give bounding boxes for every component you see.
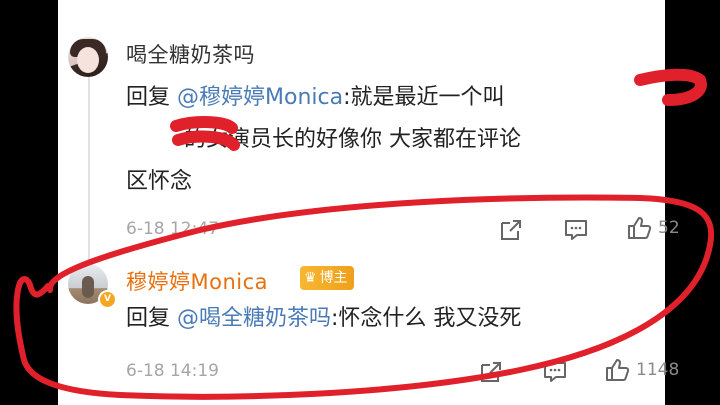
like-button[interactable]: 1148 bbox=[604, 357, 679, 383]
share-button[interactable] bbox=[498, 217, 524, 243]
blogger-badge: ♛ 博主 bbox=[300, 266, 354, 290]
comment-button[interactable] bbox=[563, 217, 589, 243]
thumbs-up-icon bbox=[628, 217, 652, 239]
thread-line bbox=[88, 70, 90, 270]
like-count: 52 bbox=[658, 218, 680, 238]
share-icon bbox=[481, 362, 501, 382]
comment-line: 的女演员长的好像你 大家都在评论 bbox=[126, 119, 646, 161]
comment-icon bbox=[544, 362, 566, 382]
reply-prefix: 回复 bbox=[126, 306, 177, 331]
comment-body: 区怀念 bbox=[126, 169, 193, 194]
comment-body: 的女演员长的好像你 大家都在评论 bbox=[184, 127, 521, 152]
comment-line: 回复 @穆婷婷Monica:就是最近一个叫 bbox=[126, 77, 646, 119]
comment-body: :怀念什么 我又没死 bbox=[331, 306, 522, 331]
reply-prefix: 回复 bbox=[126, 85, 177, 110]
comment-username[interactable]: 喝全糖奶茶吗 bbox=[126, 39, 255, 69]
screen: 喝全糖奶茶吗 回复 @穆婷婷Monica:就是最近一个叫 的女演员长的好像你 大… bbox=[0, 0, 720, 405]
mention-link[interactable]: @穆婷婷Monica bbox=[177, 85, 343, 110]
like-count: 1148 bbox=[636, 360, 680, 380]
comment-button[interactable] bbox=[542, 359, 568, 385]
share-icon bbox=[501, 220, 521, 240]
verified-badge: V bbox=[98, 290, 117, 309]
comment-time: 6-18 12:47 bbox=[126, 219, 219, 239]
like-button[interactable]: 52 bbox=[626, 215, 680, 241]
comment-icon bbox=[565, 220, 587, 240]
mention-link[interactable]: @喝全糖奶茶吗 bbox=[177, 306, 331, 331]
comment-line: 区怀念 bbox=[126, 161, 646, 203]
badge-label: 博主 bbox=[319, 270, 348, 286]
comment-body: :就是最近一个叫 bbox=[343, 85, 505, 110]
avatar[interactable] bbox=[68, 37, 108, 77]
avatar-face bbox=[77, 47, 99, 73]
comment-text: 回复 @喝全糖奶茶吗:怀念什么 我又没死 bbox=[126, 298, 646, 340]
comment-username[interactable]: 穆婷婷Monica bbox=[126, 266, 268, 296]
avatar-figure bbox=[82, 276, 94, 298]
thumbs-up-icon bbox=[606, 359, 630, 381]
crown-icon: ♛ bbox=[304, 270, 317, 286]
comment-text: 回复 @穆婷婷Monica:就是最近一个叫 的女演员长的好像你 大家都在评论 区… bbox=[126, 77, 646, 203]
comment-time: 6-18 14:19 bbox=[126, 361, 219, 381]
share-button[interactable] bbox=[478, 359, 504, 385]
